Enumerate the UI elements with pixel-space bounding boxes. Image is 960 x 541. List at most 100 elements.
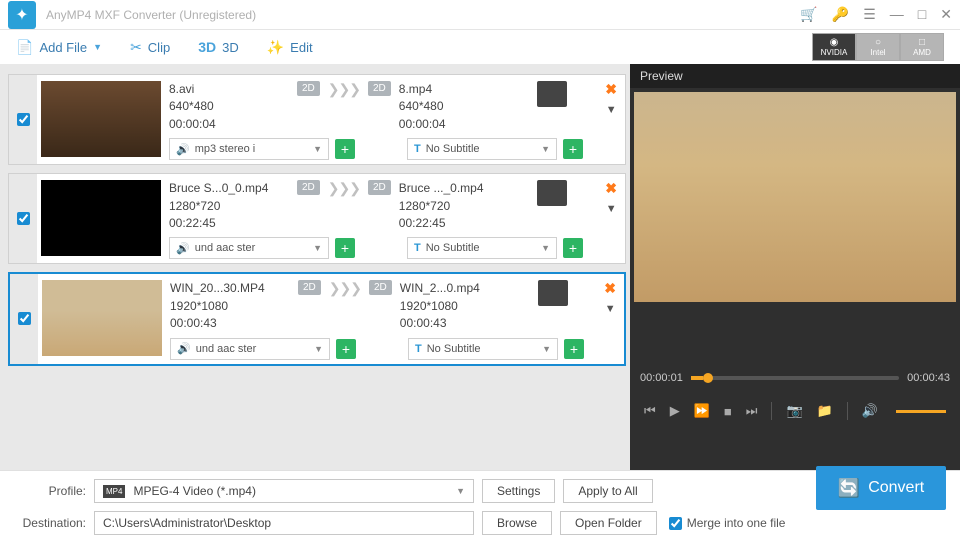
arrow-icon: ❯❯❯ bbox=[328, 180, 360, 197]
gpu-badges: ◉NVIDIA ○Intel □AMD bbox=[812, 33, 944, 61]
file-thumbnail[interactable] bbox=[41, 81, 161, 157]
remove-file-button[interactable]: ✖ bbox=[605, 180, 617, 197]
source-duration: 00:00:04 bbox=[169, 116, 289, 133]
speaker-icon: 🔊 bbox=[176, 143, 190, 156]
convert-button[interactable]: 🔄 Convert bbox=[816, 466, 946, 510]
preview-current-time: 00:00:01 bbox=[640, 372, 683, 384]
add-audio-button[interactable]: + bbox=[335, 139, 355, 159]
remove-file-button[interactable]: ✖ bbox=[605, 81, 617, 98]
file-item[interactable]: Bruce S...0_0.mp4 1280*720 00:22:45 2D ❯… bbox=[8, 173, 626, 264]
app-title: AnyMP4 MXF Converter (Unregistered) bbox=[46, 8, 256, 22]
merge-checkbox[interactable]: Merge into one file bbox=[669, 516, 786, 530]
preview-label: Preview bbox=[630, 64, 960, 88]
add-file-button[interactable]: 📄 Add File ▼ bbox=[16, 39, 102, 56]
cart-icon[interactable]: 🛒 bbox=[800, 6, 817, 23]
add-subtitle-button[interactable]: + bbox=[563, 238, 583, 258]
move-file-button[interactable]: ▼ bbox=[606, 203, 617, 215]
audio-track-select[interactable]: 🔊 und aac ster ▼ bbox=[169, 237, 329, 259]
add-audio-button[interactable]: + bbox=[335, 238, 355, 258]
maximize-icon[interactable]: □ bbox=[918, 6, 926, 23]
file-checkbox[interactable] bbox=[18, 312, 31, 325]
seek-thumb[interactable] bbox=[703, 373, 713, 383]
file-checkbox[interactable] bbox=[17, 212, 30, 225]
src-2d-badge: 2D bbox=[298, 280, 321, 295]
subtitle-select[interactable]: T No Subtitle ▼ bbox=[408, 338, 558, 360]
add-subtitle-button[interactable]: + bbox=[564, 339, 584, 359]
dest-filename: WIN_2...0.mp4 bbox=[400, 280, 520, 297]
fast-forward-icon[interactable]: ⏩ bbox=[694, 403, 710, 419]
file-thumbnail[interactable] bbox=[42, 280, 162, 356]
settings-button[interactable]: Settings bbox=[482, 479, 555, 503]
preview-controls: ⏮ ▶ ⏩ ■ ⏭ 📷 📁 🔊 bbox=[630, 390, 960, 432]
key-icon[interactable]: 🔑 bbox=[832, 6, 849, 23]
subtitle-select[interactable]: T No Subtitle ▼ bbox=[407, 237, 557, 259]
volume-slider[interactable] bbox=[896, 410, 946, 413]
dropdown-caret-icon: ▼ bbox=[93, 42, 102, 52]
dest-duration: 00:00:04 bbox=[399, 116, 519, 133]
dest-label: Destination: bbox=[14, 516, 86, 530]
profile-select[interactable]: MP4 MPEG-4 Video (*.mp4) ▼ bbox=[94, 479, 474, 503]
amd-badge[interactable]: □AMD bbox=[900, 33, 944, 61]
subtitle-icon: T bbox=[414, 242, 421, 254]
audio-value: mp3 stereo i bbox=[195, 143, 256, 155]
speaker-icon: 🔊 bbox=[177, 342, 191, 355]
file-thumbnail[interactable] bbox=[41, 180, 161, 256]
remove-file-button[interactable]: ✖ bbox=[604, 280, 616, 297]
minimize-icon[interactable]: — bbox=[890, 6, 904, 23]
next-icon[interactable]: ⏭ bbox=[746, 403, 758, 419]
arrow-icon: ❯❯❯ bbox=[329, 280, 361, 297]
file-checkbox[interactable] bbox=[17, 113, 30, 126]
file-checkbox-wrap bbox=[10, 274, 38, 363]
add-audio-button[interactable]: + bbox=[336, 339, 356, 359]
source-filename: 8.avi bbox=[169, 81, 289, 98]
caret-icon: ▼ bbox=[314, 344, 323, 354]
snapshot-icon[interactable]: 📷 bbox=[786, 403, 802, 419]
clip-button[interactable]: ✂ Clip bbox=[130, 39, 170, 56]
dst-2d-badge: 2D bbox=[368, 81, 391, 96]
edit-button[interactable]: ✨ Edit bbox=[267, 39, 313, 56]
source-info: WIN_20...30.MP4 1920*1080 00:00:43 bbox=[170, 280, 290, 332]
dest-input[interactable]: C:\Users\Administrator\Desktop bbox=[94, 511, 474, 535]
audio-value: und aac ster bbox=[195, 242, 256, 254]
file-checkbox-wrap bbox=[9, 75, 37, 164]
browse-button[interactable]: Browse bbox=[482, 511, 552, 535]
close-icon[interactable]: ✕ bbox=[940, 6, 952, 23]
subtitle-value: No Subtitle bbox=[427, 343, 481, 355]
preview-video[interactable] bbox=[634, 92, 956, 302]
file-checkbox-wrap bbox=[9, 174, 37, 263]
subtitle-select[interactable]: T No Subtitle ▼ bbox=[407, 138, 557, 160]
3d-button[interactable]: 3D 3D bbox=[198, 39, 239, 55]
dest-info: WIN_2...0.mp4 1920*1080 00:00:43 bbox=[400, 280, 520, 332]
file-item[interactable]: WIN_20...30.MP4 1920*1080 00:00:43 2D ❯❯… bbox=[8, 272, 626, 365]
source-duration: 00:22:45 bbox=[169, 215, 289, 232]
nvidia-badge[interactable]: ◉NVIDIA bbox=[812, 33, 856, 61]
move-file-button[interactable]: ▼ bbox=[606, 104, 617, 116]
stop-icon[interactable]: ■ bbox=[724, 404, 732, 419]
preview-timeline: 00:00:01 00:00:43 bbox=[630, 366, 960, 390]
source-duration: 00:00:43 bbox=[170, 315, 290, 332]
dst-2d-badge: 2D bbox=[369, 280, 392, 295]
apply-all-button[interactable]: Apply to All bbox=[563, 479, 652, 503]
clip-label: Clip bbox=[148, 40, 170, 55]
caret-icon: ▼ bbox=[313, 243, 322, 253]
audio-track-select[interactable]: 🔊 und aac ster ▼ bbox=[170, 338, 330, 360]
menu-icon[interactable]: ☰ bbox=[863, 6, 876, 23]
source-filename: Bruce S...0_0.mp4 bbox=[169, 180, 289, 197]
preview-seek-track[interactable] bbox=[691, 376, 899, 380]
file-item[interactable]: 8.avi 640*480 00:00:04 2D ❯❯❯ 2D 8.mp4 6… bbox=[8, 74, 626, 165]
folder-icon[interactable]: 📁 bbox=[817, 403, 833, 419]
move-file-button[interactable]: ▼ bbox=[605, 303, 616, 315]
source-filename: WIN_20...30.MP4 bbox=[170, 280, 290, 297]
add-subtitle-button[interactable]: + bbox=[563, 139, 583, 159]
play-icon[interactable]: ▶ bbox=[670, 403, 680, 419]
convert-icon: 🔄 bbox=[838, 478, 860, 499]
merge-label: Merge into one file bbox=[687, 516, 786, 530]
intel-badge[interactable]: ○Intel bbox=[856, 33, 900, 61]
open-folder-button[interactable]: Open Folder bbox=[560, 511, 657, 535]
subtitle-value: No Subtitle bbox=[426, 143, 480, 155]
prev-icon[interactable]: ⏮ bbox=[644, 403, 656, 419]
volume-icon[interactable]: 🔊 bbox=[862, 403, 878, 419]
audio-track-select[interactable]: 🔊 mp3 stereo i ▼ bbox=[169, 138, 329, 160]
audio-value: und aac ster bbox=[196, 343, 257, 355]
dest-filename: Bruce ..._0.mp4 bbox=[399, 180, 519, 197]
